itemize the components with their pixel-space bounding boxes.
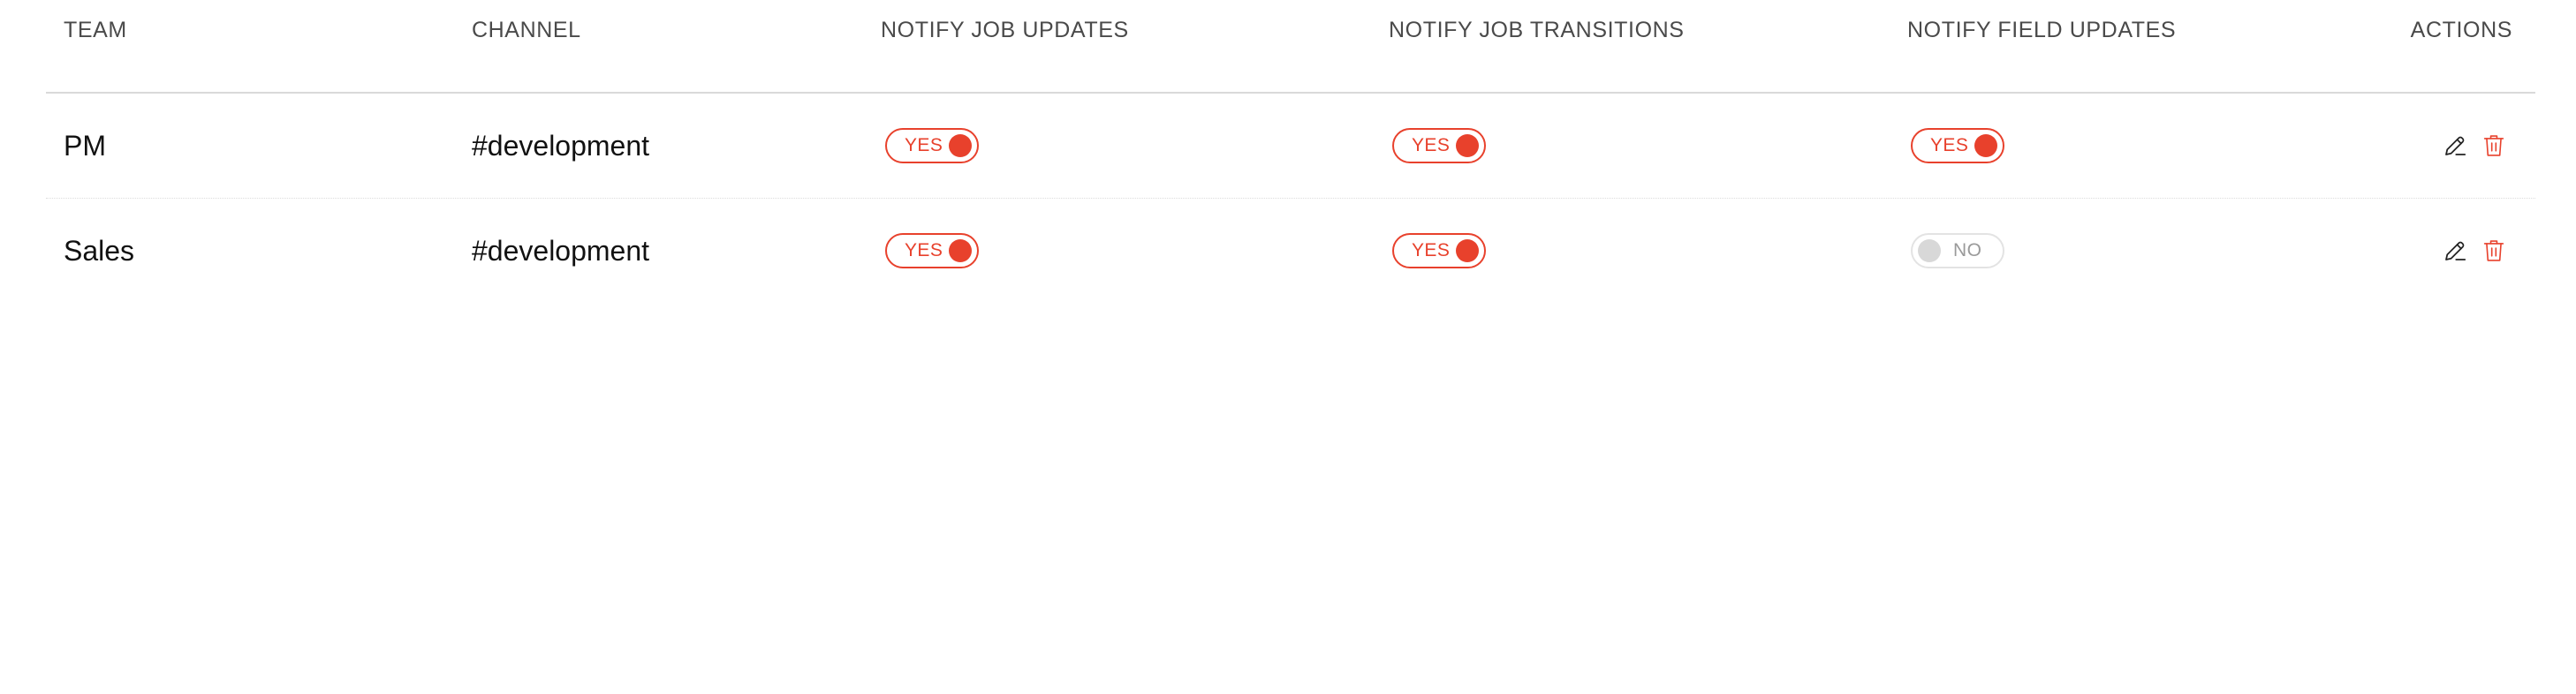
notify-job-transitions-toggle[interactable]: YES bbox=[1392, 233, 1486, 268]
notifications-table: TEAM CHANNEL NOTIFY JOB UPDATES NOTIFY J… bbox=[46, 0, 2535, 303]
toggle-knob bbox=[949, 239, 972, 262]
header-team[interactable]: TEAM bbox=[64, 0, 127, 92]
edit-button[interactable] bbox=[2440, 131, 2470, 161]
row-actions bbox=[2431, 94, 2509, 198]
notify-job-updates-toggle[interactable]: YES bbox=[885, 233, 979, 268]
notify-job-updates-toggle[interactable]: YES bbox=[885, 128, 979, 163]
team-name: PM bbox=[64, 129, 106, 162]
header-channel[interactable]: CHANNEL bbox=[472, 0, 581, 92]
table-row: PM #development YES YES YES bbox=[46, 94, 2535, 199]
channel-name: #development bbox=[472, 234, 650, 267]
trash-icon bbox=[2483, 240, 2504, 261]
header-notify-field-updates[interactable]: NOTIFY FIELD UPDATES bbox=[1907, 0, 2176, 92]
table-header-row: TEAM CHANNEL NOTIFY JOB UPDATES NOTIFY J… bbox=[46, 0, 2535, 94]
toggle-label: YES bbox=[1412, 135, 1451, 155]
pencil-icon bbox=[2445, 136, 2466, 155]
header-actions: ACTIONS bbox=[2410, 18, 2512, 42]
edit-button[interactable] bbox=[2440, 236, 2470, 266]
header-notify-job-updates[interactable]: NOTIFY JOB UPDATES bbox=[881, 0, 1129, 92]
trash-icon bbox=[2483, 135, 2504, 156]
toggle-knob bbox=[1974, 134, 1997, 157]
team-name: Sales bbox=[64, 234, 135, 267]
notify-field-updates-toggle[interactable]: YES bbox=[1911, 128, 2004, 163]
channel-name: #development bbox=[472, 129, 650, 162]
toggle-label: YES bbox=[1412, 240, 1451, 260]
toggle-label: NO bbox=[1953, 240, 1982, 260]
table-row: Sales #development YES YES NO bbox=[46, 199, 2535, 303]
notify-job-transitions-toggle[interactable]: YES bbox=[1392, 128, 1486, 163]
delete-button[interactable] bbox=[2479, 131, 2509, 161]
row-actions bbox=[2431, 199, 2509, 303]
pencil-icon bbox=[2445, 241, 2466, 260]
toggle-label: YES bbox=[1930, 135, 1969, 155]
toggle-knob bbox=[1456, 134, 1479, 157]
notify-field-updates-toggle[interactable]: NO bbox=[1911, 233, 2004, 268]
toggle-label: YES bbox=[905, 240, 943, 260]
toggle-label: YES bbox=[905, 135, 943, 155]
header-notify-job-transitions[interactable]: NOTIFY JOB TRANSITIONS bbox=[1389, 0, 1685, 92]
toggle-knob bbox=[1456, 239, 1479, 262]
delete-button[interactable] bbox=[2479, 236, 2509, 266]
toggle-knob bbox=[949, 134, 972, 157]
toggle-knob bbox=[1918, 239, 1941, 262]
